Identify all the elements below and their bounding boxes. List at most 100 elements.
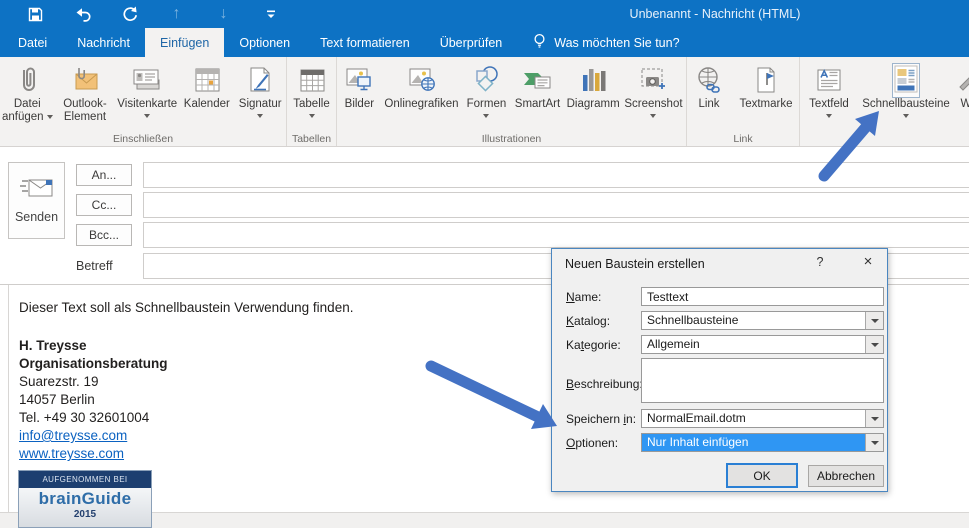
optionen-label: Optionen:: [566, 436, 619, 450]
logo-brand-text: brainGuide: [38, 489, 132, 508]
signature-org: Organisationsberatung: [19, 356, 168, 371]
smartart-icon: [521, 62, 553, 98]
send-label: Senden: [14, 209, 59, 224]
optionen-select[interactable]: Nur Inhalt einfügen: [641, 433, 884, 452]
chevron-down-icon[interactable]: [865, 336, 883, 353]
quick-parts-icon: [892, 62, 920, 98]
paperclip-icon: [14, 62, 40, 98]
ribbon-button-tabelle[interactable]: Tabelle: [289, 60, 334, 132]
ribbon-tab-bar: Datei Nachricht Einfügen Optionen Text f…: [0, 28, 969, 57]
ribbon-group-text: Textfeld Schnellbausteine Wo Te: [800, 57, 969, 146]
shapes-icon: [471, 62, 501, 98]
pictures-icon: [344, 62, 374, 98]
ribbon-group-illustrationen: Bilder Onlinegrafiken Formen SmartArt Di…: [337, 57, 687, 146]
katalog-label: Katalog:: [566, 314, 611, 328]
signature-street: Suarezstr. 19: [19, 374, 99, 389]
ribbon-button-signatur[interactable]: Signatur: [236, 60, 284, 132]
tab-text-formatieren[interactable]: Text formatieren: [305, 28, 425, 57]
ok-button[interactable]: OK: [726, 463, 798, 488]
tab-optionen[interactable]: Optionen: [224, 28, 305, 57]
undo-icon[interactable]: [59, 2, 106, 26]
dropdown-caret-icon: [483, 114, 490, 118]
ribbon-button-textmarke[interactable]: Textmarke: [735, 60, 797, 132]
quick-access-toolbar: ↑ ↓: [0, 2, 294, 26]
beschreibung-label: Beschreibung:: [566, 377, 643, 391]
chevron-down-icon[interactable]: [865, 312, 883, 329]
dropdown-caret-icon: [308, 114, 315, 118]
body-intro-line: Dieser Text soll als Schnellbaustein Ver…: [19, 300, 354, 315]
window-title: Unbenannt - Nachricht (HTML): [629, 7, 801, 21]
cc-field[interactable]: [143, 192, 969, 218]
dialog-close-icon[interactable]: ×: [857, 252, 879, 272]
business-card-icon: [131, 62, 163, 98]
customize-qat-icon[interactable]: [247, 2, 294, 26]
to-field[interactable]: [143, 162, 969, 188]
ribbon-button-datei-anfuegen[interactable]: Datei anfügen: [2, 60, 53, 132]
ribbon-group-link: Link Textmarke Link: [687, 57, 800, 146]
brainguide-logo: AUFGENOMMEN BEI brainGuide 2015: [18, 470, 152, 528]
dropdown-caret-icon: [826, 114, 832, 118]
group-label-illustrationen: Illustrationen: [481, 133, 542, 145]
katalog-select[interactable]: Schnellbausteine: [641, 311, 884, 330]
move-down-icon[interactable]: ↓: [200, 2, 247, 26]
table-icon: [297, 62, 327, 98]
signature-phone: Tel. +49 30 32601004: [19, 410, 150, 425]
dropdown-caret-icon: [257, 114, 264, 118]
chart-icon: [579, 62, 607, 98]
cancel-button[interactable]: Abbrechen: [808, 465, 884, 487]
subject-label: Betreff: [76, 259, 113, 273]
title-bar: ↑ ↓ Unbenannt - Nachricht (HTML): [0, 0, 969, 28]
ribbon-button-link[interactable]: Link: [689, 60, 729, 132]
logo-year-text: 2015: [73, 509, 97, 520]
dialog-title: Neuen Baustein erstellen: [565, 257, 705, 271]
kategorie-select[interactable]: Allgemein: [641, 335, 884, 354]
dialog-help-icon[interactable]: ?: [812, 255, 828, 271]
wordart-icon: [956, 62, 969, 98]
dropdown-caret-icon: [46, 114, 53, 119]
ribbon-button-diagramm[interactable]: Diagramm: [565, 60, 621, 132]
speichern-in-select[interactable]: NormalEmail.dotm: [641, 409, 884, 428]
send-button[interactable]: Senden: [8, 162, 65, 239]
ribbon-button-outlook-element[interactable]: Outlook- Element: [57, 60, 114, 132]
tab-datei[interactable]: Datei: [3, 28, 62, 57]
save-icon[interactable]: [12, 2, 59, 26]
chevron-down-icon[interactable]: [865, 410, 883, 427]
bcc-button[interactable]: Bcc...: [76, 224, 132, 246]
ribbon-button-textfeld[interactable]: Textfeld: [802, 60, 856, 132]
tell-me-search[interactable]: Was möchten Sie tun?: [533, 28, 680, 57]
group-label-link: Link: [733, 133, 753, 145]
tab-ueberpruefen[interactable]: Überprüfen: [425, 28, 518, 57]
ribbon-button-screenshot[interactable]: Screenshot: [623, 60, 684, 132]
ribbon-button-wordart[interactable]: Wo: [956, 60, 969, 132]
group-label-einschliessen: Einschließen: [112, 133, 174, 145]
ribbon-button-kalender[interactable]: Kalender: [181, 60, 232, 132]
tab-nachricht[interactable]: Nachricht: [62, 28, 145, 57]
ribbon-button-schnellbausteine[interactable]: Schnellbausteine: [858, 60, 954, 132]
ribbon-button-visitenkarte[interactable]: Visitenkarte: [117, 60, 177, 132]
hyperlink-globe-icon: [694, 62, 724, 98]
cc-button[interactable]: Cc...: [76, 194, 132, 216]
body-text: Dieser Text soll als Schnellbaustein Ver…: [19, 299, 353, 463]
move-up-icon[interactable]: ↑: [153, 2, 200, 26]
group-label-tabellen: Tabellen: [291, 133, 332, 145]
tell-me-label: Was möchten Sie tun?: [554, 35, 680, 50]
name-input[interactable]: [641, 287, 884, 306]
create-building-block-dialog: Neuen Baustein erstellen ? × Name: Katal…: [551, 248, 888, 492]
chevron-down-icon[interactable]: [865, 434, 883, 451]
website-link[interactable]: www.treysse.com: [19, 445, 124, 463]
ribbon-button-formen[interactable]: Formen: [463, 60, 509, 132]
bookmark-flag-icon: [753, 62, 779, 98]
ribbon-button-bilder[interactable]: Bilder: [339, 60, 380, 132]
redo-icon[interactable]: [106, 2, 153, 26]
logo-banner-text: AUFGENOMMEN BEI: [19, 471, 151, 488]
ribbon-button-smartart[interactable]: SmartArt: [512, 60, 564, 132]
signature-icon: [246, 62, 274, 98]
beschreibung-textarea[interactable]: [641, 358, 884, 403]
email-link[interactable]: info@treysse.com: [19, 427, 127, 445]
to-button[interactable]: An...: [76, 164, 132, 186]
ribbon: Datei anfügen Outlook- Element Visitenka…: [0, 57, 969, 147]
textbox-icon: [815, 62, 843, 98]
tab-einfuegen[interactable]: Einfügen: [144, 28, 225, 57]
bcc-field[interactable]: [143, 222, 969, 248]
ribbon-button-onlinegrafiken[interactable]: Onlinegrafiken: [382, 60, 462, 132]
